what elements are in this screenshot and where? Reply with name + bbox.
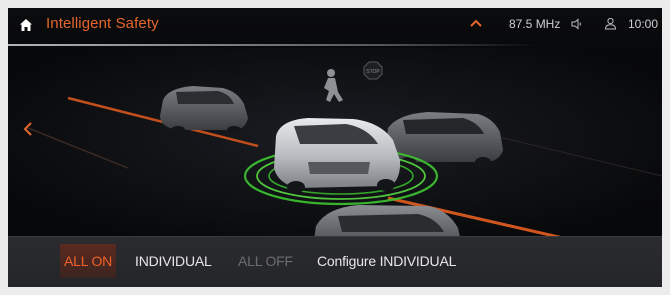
options-bar: ALL ON INDIVIDUAL ALL OFF Configure INDI… — [8, 236, 662, 287]
stop-sign-icon: STOP — [363, 61, 383, 80]
user-icon[interactable] — [604, 17, 617, 30]
speaker-icon — [571, 18, 581, 30]
all-off-button[interactable]: ALL OFF — [234, 244, 297, 278]
home-icon[interactable] — [19, 18, 33, 32]
individual-button[interactable]: INDIVIDUAL — [131, 244, 216, 278]
svg-text:STOP: STOP — [366, 69, 380, 75]
car-icon — [386, 112, 503, 167]
chevron-up-icon[interactable] — [468, 16, 484, 30]
all-on-button[interactable]: ALL ON — [60, 244, 117, 278]
display-screen: Intelligent Safety 87.5 MHz 10:00 STOP A… — [8, 8, 662, 287]
car-icon — [274, 118, 401, 193]
status-bar: Intelligent Safety 87.5 MHz 10:00 — [8, 8, 662, 48]
safety-scene-illustration: STOP — [8, 48, 662, 246]
back-arrow-icon[interactable] — [22, 121, 34, 137]
title-underline — [8, 44, 538, 46]
clock: 10:00 — [628, 17, 659, 31]
radio-frequency: 87.5 MHz — [509, 17, 561, 31]
page-title: Intelligent Safety — [46, 15, 159, 32]
configure-individual-button[interactable]: Configure INDIVIDUAL — [313, 244, 460, 278]
